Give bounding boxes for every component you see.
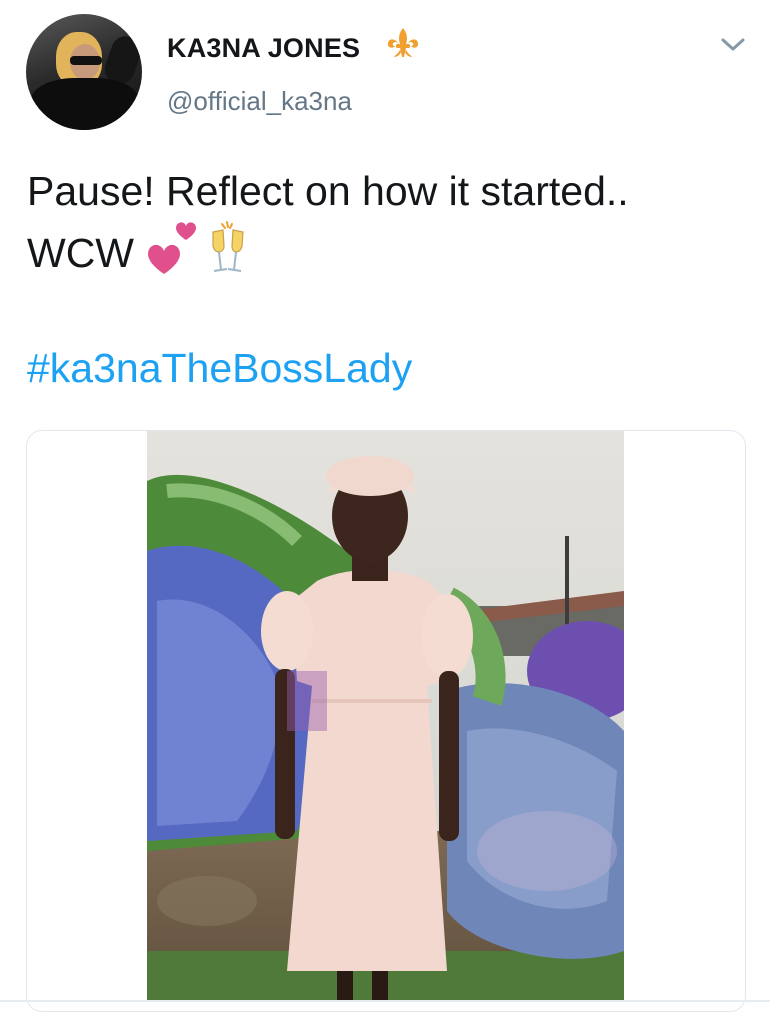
tweet-photo[interactable] xyxy=(147,431,624,1001)
divider xyxy=(0,1000,770,1002)
display-name[interactable]: KA3NA JONES xyxy=(167,33,360,64)
media-card[interactable] xyxy=(26,430,746,1012)
fleur-de-lis-icon xyxy=(385,25,421,67)
avatar[interactable] xyxy=(26,14,142,130)
tweet-text-line-1: Pause! Reflect on how it started.. xyxy=(27,168,629,214)
chevron-down-icon[interactable] xyxy=(716,28,750,62)
two-hearts-icon xyxy=(140,220,200,281)
clinking-glasses-icon xyxy=(205,220,253,283)
handle[interactable]: @official_ka3na xyxy=(167,86,352,117)
tweet-text-line-2: WCW xyxy=(27,230,135,276)
hashtag-link[interactable]: #ka3naTheBossLady xyxy=(27,345,412,392)
